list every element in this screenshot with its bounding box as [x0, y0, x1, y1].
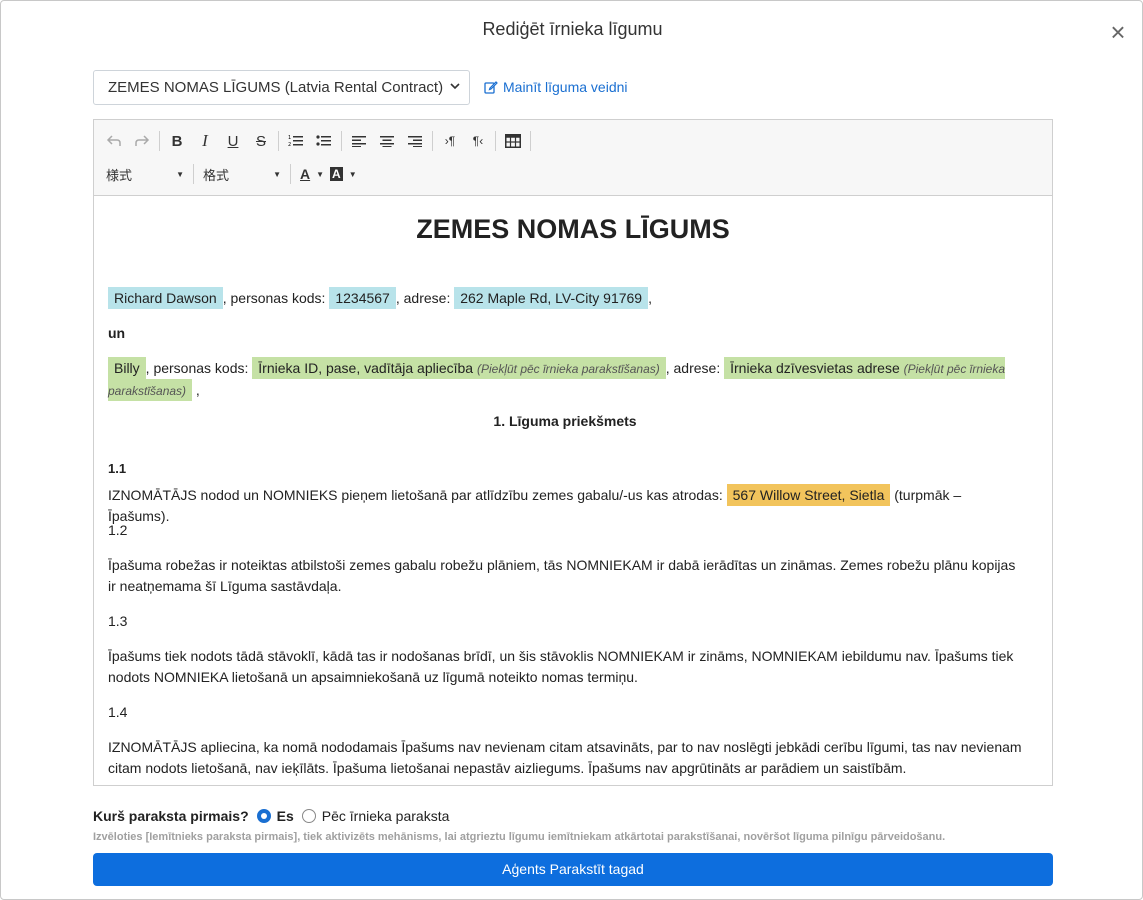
tenant-name-field[interactable]: Billy [108, 357, 146, 379]
section-1-2-text: Īpašuma robežas ir noteiktas atbilstoši … [108, 557, 1016, 594]
template-select[interactable]: ZEMES NOMAS LĪGUMS (Latvia Rental Contra… [93, 70, 470, 105]
section-1-2-number: 1.2 [108, 522, 128, 538]
align-left-icon[interactable] [345, 129, 373, 153]
font-color-button[interactable]: A ▼ [294, 162, 330, 186]
section-1-4-number: 1.4 [108, 704, 128, 720]
caret-down-icon: ▼ [316, 169, 325, 179]
tenant-id-text: Īrnieka ID, pase, vadītāja apliecība [258, 360, 474, 376]
address-label: , adrese: [395, 290, 455, 306]
strikethrough-icon[interactable]: S [247, 129, 275, 153]
bold-icon[interactable]: B [163, 129, 191, 153]
tenant-code-label: , personas kods: [145, 360, 253, 376]
radio-me[interactable] [256, 809, 271, 823]
change-template-link[interactable]: Mainīt līguma veidni [484, 79, 628, 95]
caret-down-icon: ▼ [273, 169, 281, 179]
comma-text: , [192, 382, 200, 398]
align-right-icon[interactable] [401, 129, 429, 153]
personal-code-label: , personas kods: [222, 290, 330, 306]
landlord-line: Richard Dawson, personas kods: 1234567, … [108, 287, 1022, 309]
style-dropdown[interactable]: 様式 ▼ [100, 162, 190, 186]
caret-down-icon: ▼ [176, 169, 184, 179]
edit-icon [484, 81, 498, 94]
signing-hint: Izvēloties [Iemītnieks paraksta pirmais]… [93, 831, 946, 843]
template-select-value: ZEMES NOMAS LĪGUMS (Latvia Rental Contra… [108, 79, 444, 96]
section-1-4-text: IZNOMĀTĀJS apliecina, ka nomā nododamais… [108, 739, 1022, 776]
toolbar-divider [495, 131, 496, 151]
comma-text: , [648, 290, 652, 306]
toolbar-divider [278, 131, 279, 151]
tenant-address-text: Īrnieka dzīvesvietas adrese [730, 360, 900, 376]
svg-text:2: 2 [288, 142, 291, 148]
tenant-id-field[interactable]: Īrnieka ID, pase, vadītāja apliecība (Pi… [252, 357, 666, 379]
svg-text:1: 1 [288, 135, 291, 141]
toolbar-divider [193, 164, 194, 184]
rich-text-editor: B I U S 12 ›¶ ¶‹ 様式 ▼ 格式 ▼ A ▼ A ▼ ZEMES… [93, 119, 1053, 786]
ordered-list-icon[interactable]: 12 [282, 129, 310, 153]
style-dropdown-label: 様式 [106, 167, 133, 183]
document-title: ZEMES NOMAS LĪGUMS [416, 214, 730, 244]
align-center-icon[interactable] [373, 129, 401, 153]
tenant-id-note: (Piekļūt pēc īrnieka parakstīšanas) [476, 362, 660, 376]
underline-icon[interactable]: U [219, 129, 247, 153]
section-1-1-number: 1.1 [108, 461, 127, 476]
section-1-title: 1. Līguma priekšmets [493, 413, 637, 429]
chevron-down-icon [450, 83, 460, 90]
section-1-1-text-a: IZNOMĀTĀJS nodod un NOMNIEKS pieņem liet… [108, 487, 727, 503]
background-color-icon: A [330, 167, 343, 181]
edit-contract-modal: Rediģēt īrnieka līgumu × ZEMES NOMAS LĪG… [0, 0, 1143, 900]
unordered-list-icon[interactable] [310, 129, 338, 153]
italic-icon[interactable]: I [191, 129, 219, 153]
sign-now-button[interactable]: Aģents Parakstīt tagad [93, 853, 1053, 886]
background-color-button[interactable]: A ▼ [330, 162, 363, 186]
undo-icon[interactable] [100, 129, 128, 153]
section-1-3-number: 1.3 [108, 613, 128, 629]
toolbar-divider [290, 164, 291, 184]
ltr-icon[interactable]: ›¶ [436, 129, 464, 153]
signing-question: Kurš paraksta pirmais? [93, 808, 249, 824]
section-1-3-text: Īpašums tiek nodots tādā stāvoklī, kādā … [108, 648, 1014, 685]
toolbar-divider [530, 131, 531, 151]
and-text: un [108, 325, 126, 341]
sign-after-tenant-option[interactable]: Pēc īrnieka paraksta [301, 808, 450, 824]
tenant-address-label: , adrese: [665, 360, 725, 376]
toolbar-divider [432, 131, 433, 151]
toolbar-divider [159, 131, 160, 151]
editor-toolbar: B I U S 12 ›¶ ¶‹ 様式 ▼ 格式 ▼ A ▼ A ▼ [94, 120, 1052, 196]
change-template-label: Mainīt līguma veidni [503, 79, 628, 95]
radio-after-tenant-label: Pēc īrnieka paraksta [321, 808, 450, 824]
radio-after-tenant[interactable] [301, 809, 316, 823]
table-icon[interactable] [499, 129, 527, 153]
sign-first-me-option[interactable]: Es [256, 808, 294, 824]
landlord-code-field[interactable]: 1234567 [329, 287, 396, 309]
landlord-address-field[interactable]: 262 Maple Rd, LV-City 91769 [454, 287, 649, 309]
property-address-field[interactable]: 567 Willow Street, Sietla [726, 484, 891, 506]
landlord-name-field[interactable]: Richard Dawson [108, 287, 223, 309]
modal-title: Rediģēt īrnieka līgumu [482, 19, 663, 39]
format-dropdown-label: 格式 [203, 167, 230, 183]
font-color-icon: A [300, 166, 311, 182]
rtl-icon[interactable]: ¶‹ [464, 129, 492, 153]
document-body[interactable]: ZEMES NOMAS LĪGUMS Richard Dawson, perso… [94, 197, 1052, 785]
format-dropdown[interactable]: 格式 ▼ [197, 162, 287, 186]
caret-down-icon: ▼ [348, 169, 357, 179]
toolbar-divider [341, 131, 342, 151]
radio-me-label: Es [276, 808, 294, 824]
signing-order-group: Kurš paraksta pirmais? Es Pēc īrnieka pa… [93, 808, 457, 824]
redo-icon[interactable] [128, 129, 156, 153]
tenant-line: Billy, personas kods: Īrnieka ID, pase, … [108, 357, 1022, 402]
close-icon[interactable]: × [1104, 19, 1132, 47]
